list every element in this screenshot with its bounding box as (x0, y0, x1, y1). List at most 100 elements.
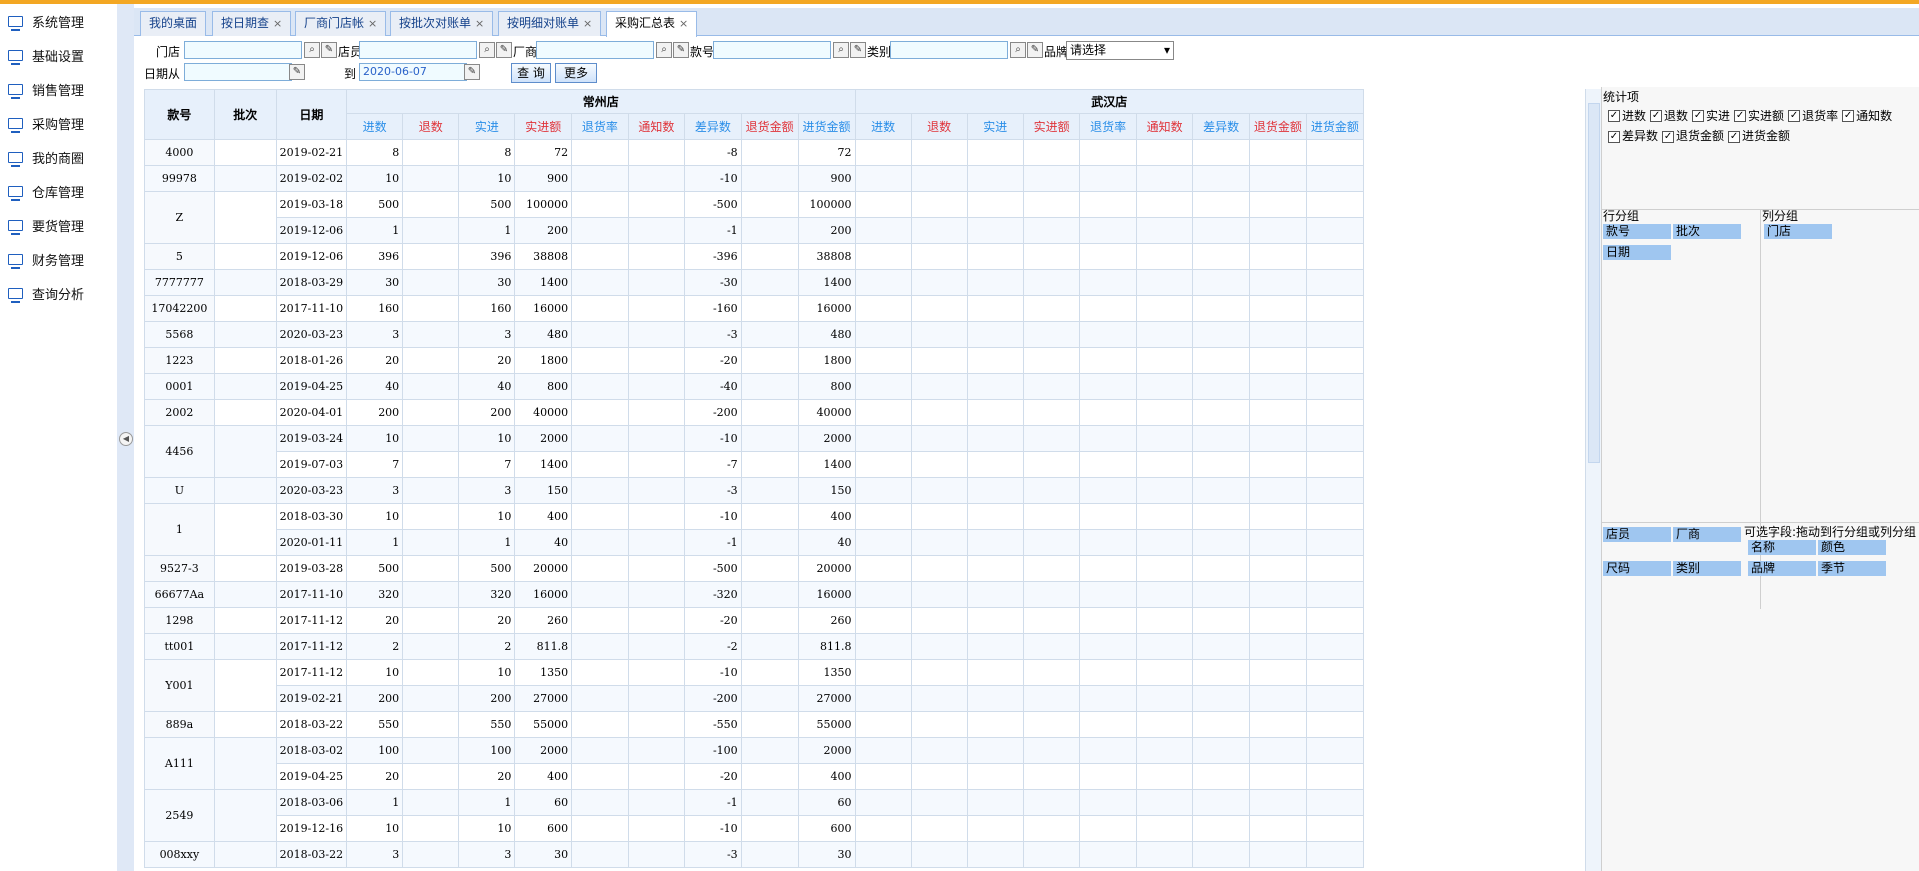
metric-header[interactable]: 通知数 (627, 113, 686, 140)
table-row[interactable]: 1 2018-03-30 10 10 400 -10 400 (144, 503, 1364, 556)
date-from-input[interactable] (184, 63, 292, 81)
table-row[interactable]: 2019-04-25 20 20 400 -20 400 (145, 763, 1364, 790)
sidebar-item[interactable]: 系统管理 (0, 4, 117, 38)
checkbox-icon[interactable]: ✓ (1608, 110, 1620, 122)
tab-item[interactable]: 按明细对账单 × (498, 11, 602, 36)
table-row[interactable]: tt001 2017-11-12 2 2 811.8 -2 811.8 (144, 633, 1364, 660)
checkbox-icon[interactable]: ✓ (1728, 130, 1741, 143)
close-icon[interactable]: × (273, 17, 282, 30)
style-input[interactable] (713, 41, 831, 59)
stat-checkbox[interactable]: ✓ 退货金额 (1662, 127, 1724, 146)
stat-checkbox[interactable]: ✓ 差异数 (1608, 127, 1658, 146)
table-row[interactable]: 889a 2018-03-22 550 550 55000 -550 55000 (144, 711, 1364, 738)
metric-header[interactable]: 退货率 (1079, 113, 1137, 140)
table-row[interactable]: 66677Aa 2017-11-10 320 320 16000 -320 16000 (144, 581, 1364, 608)
checkbox-icon[interactable]: ✓ (1788, 110, 1801, 122)
optional-field[interactable]: 尺码 (1603, 561, 1671, 576)
sidebar-item[interactable]: 仓库管理 (0, 174, 117, 208)
table-row[interactable]: 4000 2019-02-21 8 8 72 -8 72 (144, 139, 1364, 166)
close-icon[interactable]: × (583, 17, 592, 30)
table-row[interactable]: 2549 2018-03-06 1 1 60 -1 60 (144, 789, 1364, 842)
brand-select[interactable]: 请选择 ▾ (1066, 41, 1174, 60)
table-row[interactable]: Z 2019-03-18 500 500 100000 -500 100000 (144, 191, 1364, 244)
optional-field[interactable]: 厂商 (1673, 527, 1741, 542)
metric-header[interactable]: 退货率 (571, 113, 629, 140)
stat-checkbox[interactable]: ✓ 进货金额 (1728, 127, 1790, 146)
checkbox-icon[interactable]: ✓ (1650, 110, 1663, 122)
stat-checkbox[interactable]: ✓ 退货率 (1788, 107, 1838, 126)
stat-checkbox[interactable]: ✓ 进数 (1608, 107, 1646, 126)
table-row[interactable]: 2002 2020-04-01 200 200 40000 -200 40000 (144, 399, 1364, 426)
metric-header[interactable]: 进数 (346, 113, 404, 140)
edit-icon[interactable]: ✎ (1027, 42, 1043, 58)
close-icon[interactable]: × (368, 17, 377, 30)
table-row[interactable]: 5 2019-12-06 396 396 38808 -396 38808 (144, 243, 1364, 270)
metric-header[interactable]: 实进额 (1022, 113, 1081, 140)
table-row[interactable]: 2019-12-16 10 10 600 -10 600 (145, 815, 1364, 842)
scrollbar-thumb[interactable] (1588, 103, 1600, 463)
tab-item[interactable]: 按日期查 × (212, 11, 292, 36)
table-row[interactable]: Y001 2017-11-12 10 10 1350 -10 1350 (144, 659, 1364, 712)
checkbox-icon[interactable]: ✓ (1608, 130, 1620, 143)
vertical-scrollbar[interactable] (1585, 89, 1601, 871)
store-input[interactable] (184, 41, 302, 59)
search-icon[interactable]: ⌕ (1010, 42, 1026, 58)
metric-header[interactable]: 进货金额 (797, 113, 856, 140)
table-row[interactable]: 4456 2019-03-24 10 10 2000 -10 2000 (144, 425, 1364, 478)
table-row[interactable]: 008xxy 2018-03-22 3 3 30 -3 30 (144, 841, 1364, 868)
table-row[interactable]: 7777777 2018-03-29 30 30 1400 -30 1400 (144, 269, 1364, 296)
metric-header[interactable]: 进数 (854, 113, 912, 140)
metric-header[interactable]: 差异数 (1192, 113, 1250, 140)
edit-icon[interactable]: ✎ (496, 42, 512, 58)
table-row[interactable]: 2019-07-03 7 7 1400 -7 1400 (145, 451, 1364, 478)
edit-icon[interactable]: ✎ (673, 42, 689, 58)
metric-header[interactable]: 退数 (402, 113, 460, 140)
stat-checkbox[interactable]: ✓ 退数 (1650, 107, 1688, 126)
row-group-field[interactable]: 批次 (1673, 224, 1741, 239)
header-batch[interactable]: 批次 (213, 89, 277, 140)
close-icon[interactable]: × (679, 17, 688, 30)
table-row[interactable]: 17042200 2017-11-10 160 160 16000 -160 16000 (144, 295, 1364, 322)
checkbox-icon[interactable]: ✓ (1734, 110, 1747, 122)
stat-checkbox[interactable]: ✓ 实进 (1692, 107, 1730, 126)
close-icon[interactable]: × (475, 17, 484, 30)
row-group-field[interactable]: 日期 (1603, 245, 1671, 260)
table-row[interactable]: 1223 2018-01-26 20 20 1800 -20 1800 (144, 347, 1364, 374)
search-icon[interactable]: ⌕ (833, 42, 849, 58)
metric-header[interactable]: 退数 (910, 113, 968, 140)
sidebar-item[interactable]: 基础设置 (0, 38, 117, 72)
checkbox-icon[interactable]: ✓ (1662, 130, 1675, 143)
metric-header[interactable]: 退货金额 (1248, 113, 1307, 140)
more-button[interactable]: 更多 (555, 63, 597, 83)
date-to-input[interactable]: 2020-06-07 (359, 63, 467, 81)
table-row[interactable]: 99978 2019-02-02 10 10 900 -10 900 (144, 165, 1364, 192)
category-input[interactable] (890, 41, 1008, 59)
table-row[interactable]: 2019-12-06 1 1 200 -1 200 (145, 217, 1364, 244)
sidebar-item[interactable]: 要货管理 (0, 208, 117, 242)
sidebar-item[interactable]: 采购管理 (0, 106, 117, 140)
metric-header[interactable]: 进货金额 (1305, 113, 1364, 140)
optional-field[interactable]: 名称 (1748, 540, 1816, 555)
optional-field[interactable]: 品牌 (1748, 561, 1816, 576)
metric-header[interactable]: 退货金额 (740, 113, 799, 140)
stat-checkbox[interactable]: ✓ 通知数 (1842, 107, 1892, 126)
header-style[interactable]: 款号 (144, 89, 215, 140)
tab-item[interactable]: 厂商门店帐 × (295, 11, 387, 36)
tab-item[interactable]: 我的桌面 (140, 11, 207, 36)
metric-header[interactable]: 实进 (458, 113, 516, 140)
table-row[interactable]: 0001 2019-04-25 40 40 800 -40 800 (144, 373, 1364, 400)
search-icon[interactable]: ⌕ (304, 42, 320, 58)
search-icon[interactable]: ⌕ (479, 42, 495, 58)
sidebar-item[interactable]: 财务管理 (0, 242, 117, 276)
optional-field[interactable]: 店员 (1603, 527, 1671, 542)
sidebar-item[interactable]: 查询分析 (0, 276, 117, 310)
col-group-field[interactable]: 门店 (1764, 224, 1832, 239)
row-group-field[interactable]: 款号 (1603, 224, 1671, 239)
checkbox-icon[interactable]: ✓ (1842, 110, 1855, 122)
optional-field[interactable]: 季节 (1818, 561, 1886, 576)
tab-item[interactable]: 采购汇总表 × (606, 11, 698, 37)
checkbox-icon[interactable]: ✓ (1692, 110, 1705, 122)
table-row[interactable]: 2019-02-21 200 200 27000 -200 27000 (145, 685, 1364, 712)
table-row[interactable]: 1298 2017-11-12 20 20 260 -20 260 (144, 607, 1364, 634)
clerk-input[interactable] (359, 41, 477, 59)
